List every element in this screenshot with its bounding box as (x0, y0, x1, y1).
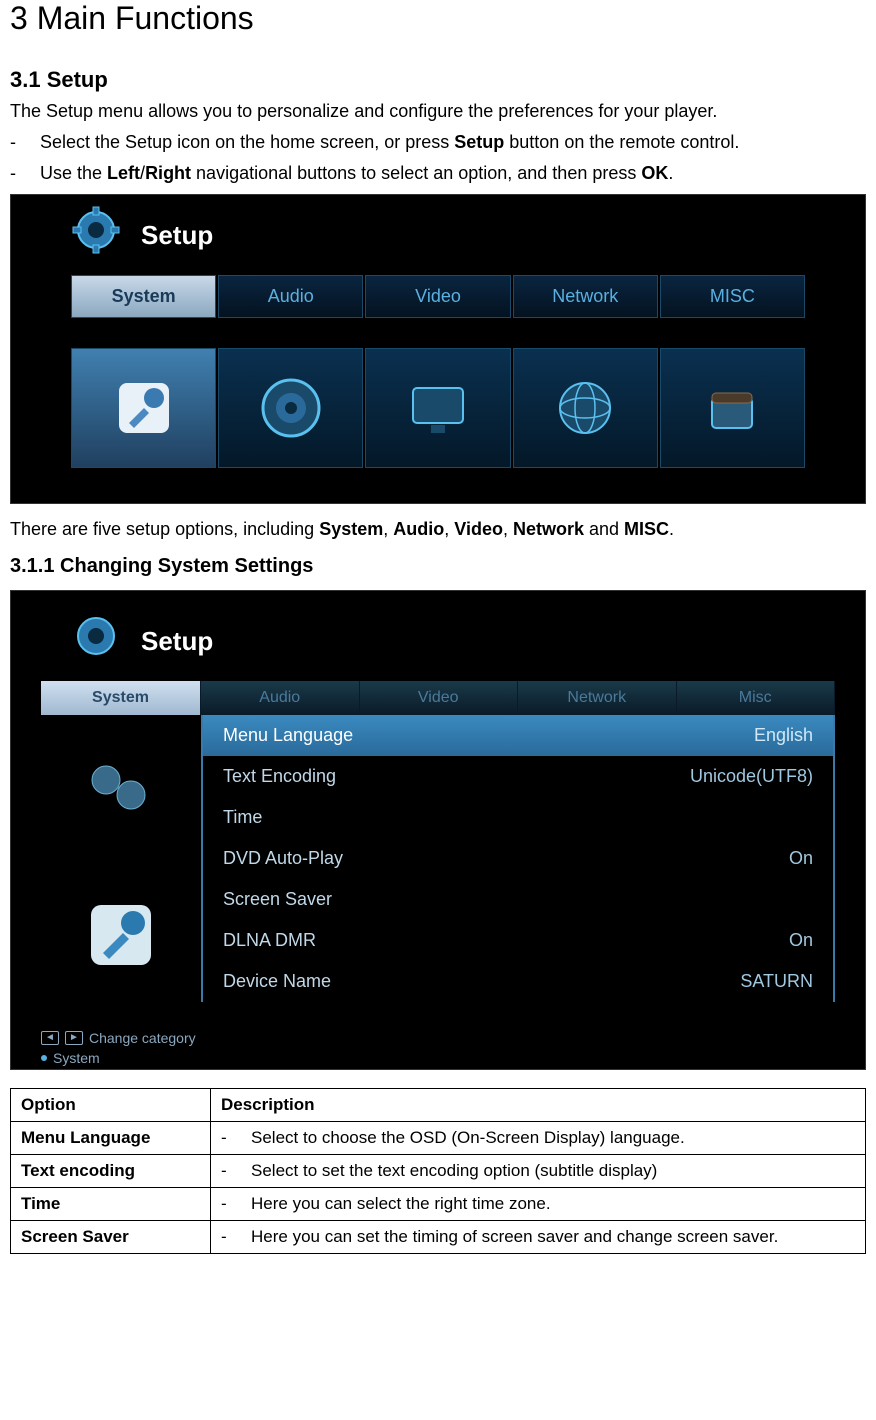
caption-text: There are five setup options, including … (10, 519, 866, 540)
bullet2-mid: navigational buttons to select an option… (191, 163, 641, 183)
bullet-1: - Select the Setup icon on the home scre… (10, 132, 866, 153)
setting-value: Unicode(UTF8) (690, 766, 813, 787)
gear-icon (71, 611, 131, 671)
footer-crumb-text: System (53, 1050, 100, 1066)
dash-icon: - (221, 1227, 251, 1247)
footer-hint-text: Change category (89, 1030, 196, 1046)
bullet2-post: . (668, 163, 673, 183)
setting-label: Text Encoding (223, 766, 336, 787)
tab-video[interactable]: Video (360, 681, 519, 715)
icon-cell-video[interactable] (365, 348, 510, 468)
options-table: Option Description Menu Language -Select… (10, 1088, 866, 1254)
tools-icon (109, 373, 179, 443)
setting-value: SATURN (740, 971, 813, 992)
dash-icon: - (221, 1128, 251, 1148)
bullet2-bold3: OK (641, 163, 668, 183)
table-row: Screen Saver -Here you can set the timin… (11, 1221, 866, 1254)
bullet-2: - Use the Left/Right navigational button… (10, 163, 866, 184)
tab-audio[interactable]: Audio (218, 275, 363, 318)
table-row: Menu Language -Select to choose the OSD … (11, 1122, 866, 1155)
bullet1-pre: Select the Setup icon on the home screen… (40, 132, 454, 152)
tab-audio[interactable]: Audio (201, 681, 360, 715)
table-row: Text encoding -Select to set the text en… (11, 1155, 866, 1188)
gears-icon (61, 735, 181, 855)
setting-row-time[interactable]: Time (203, 797, 833, 838)
setting-label: DVD Auto-Play (223, 848, 343, 869)
dot-icon (41, 1055, 47, 1061)
footer-breadcrumb: System (41, 1050, 835, 1066)
gear-icon (71, 205, 131, 265)
option-desc: Select to choose the OSD (On-Screen Disp… (251, 1128, 855, 1148)
setting-row-dvd-autoplay[interactable]: DVD Auto-Play On (203, 838, 833, 879)
setting-row-dlna-dmr[interactable]: DLNA DMR On (203, 920, 833, 961)
dash-icon: - (10, 132, 40, 153)
tab-system[interactable]: System (71, 275, 216, 318)
option-name: Text encoding (11, 1155, 211, 1188)
tab-network[interactable]: Network (518, 681, 677, 715)
option-desc: Here you can set the timing of screen sa… (251, 1227, 855, 1247)
left-key-icon: ◄ (41, 1031, 59, 1045)
icon-cell-system[interactable] (71, 348, 216, 468)
monitor-icon (403, 373, 473, 443)
setting-value: English (754, 725, 813, 746)
dash-icon: - (10, 163, 40, 184)
screenshot-system-settings: Setup System Audio Video Network Misc M (10, 590, 866, 1070)
footer-hint: ◄ ► Change category (41, 1030, 835, 1046)
icon-cell-audio[interactable] (218, 348, 363, 468)
setting-label: DLNA DMR (223, 930, 316, 951)
icon-cell-network[interactable] (513, 348, 658, 468)
option-name: Time (11, 1188, 211, 1221)
setting-label: Screen Saver (223, 889, 332, 910)
setting-row-screen-saver[interactable]: Screen Saver (203, 879, 833, 920)
screenshot1-title: Setup (141, 220, 213, 251)
globe-icon (550, 373, 620, 443)
bullet2-pre: Use the (40, 163, 107, 183)
option-name: Menu Language (11, 1122, 211, 1155)
setting-value: On (789, 848, 813, 869)
header-description: Description (211, 1089, 866, 1122)
box-icon (697, 373, 767, 443)
section-title-setup: 3.1 Setup (10, 67, 866, 93)
bullet2-bold1: Left (107, 163, 140, 183)
table-row: Time -Here you can select the right time… (11, 1188, 866, 1221)
screenshot2-title: Setup (141, 626, 213, 657)
right-key-icon: ► (65, 1031, 83, 1045)
tools-icon (61, 875, 181, 995)
dash-icon: - (221, 1161, 251, 1181)
setting-row-device-name[interactable]: Device Name SATURN (203, 961, 833, 1002)
setting-label: Time (223, 807, 262, 828)
intro-text: The Setup menu allows you to personalize… (10, 101, 866, 122)
setting-label: Device Name (223, 971, 331, 992)
header-option: Option (11, 1089, 211, 1122)
setting-value: On (789, 930, 813, 951)
setting-row-menu-language[interactable]: Menu Language English (203, 715, 833, 756)
tab-network[interactable]: Network (513, 275, 658, 318)
tab-system[interactable]: System (41, 681, 201, 715)
option-name: Screen Saver (11, 1221, 211, 1254)
tab-video[interactable]: Video (365, 275, 510, 318)
tab-misc[interactable]: MISC (660, 275, 805, 318)
bullet1-bold: Setup (454, 132, 504, 152)
option-desc: Select to set the text encoding option (… (251, 1161, 855, 1181)
bullet2-bold2: Right (145, 163, 191, 183)
bullet1-post: button on the remote control. (504, 132, 739, 152)
tab-misc[interactable]: Misc (677, 681, 836, 715)
setting-label: Menu Language (223, 725, 353, 746)
dash-icon: - (221, 1194, 251, 1214)
option-desc: Here you can select the right time zone. (251, 1194, 855, 1214)
page-title: 3 Main Functions (10, 0, 866, 37)
screenshot-setup-tabs: Setup System Audio Video Network MISC (10, 194, 866, 504)
speaker-icon (256, 373, 326, 443)
icon-cell-misc[interactable] (660, 348, 805, 468)
setting-row-text-encoding[interactable]: Text Encoding Unicode(UTF8) (203, 756, 833, 797)
subsection-title: 3.1.1 Changing System Settings (10, 555, 866, 578)
